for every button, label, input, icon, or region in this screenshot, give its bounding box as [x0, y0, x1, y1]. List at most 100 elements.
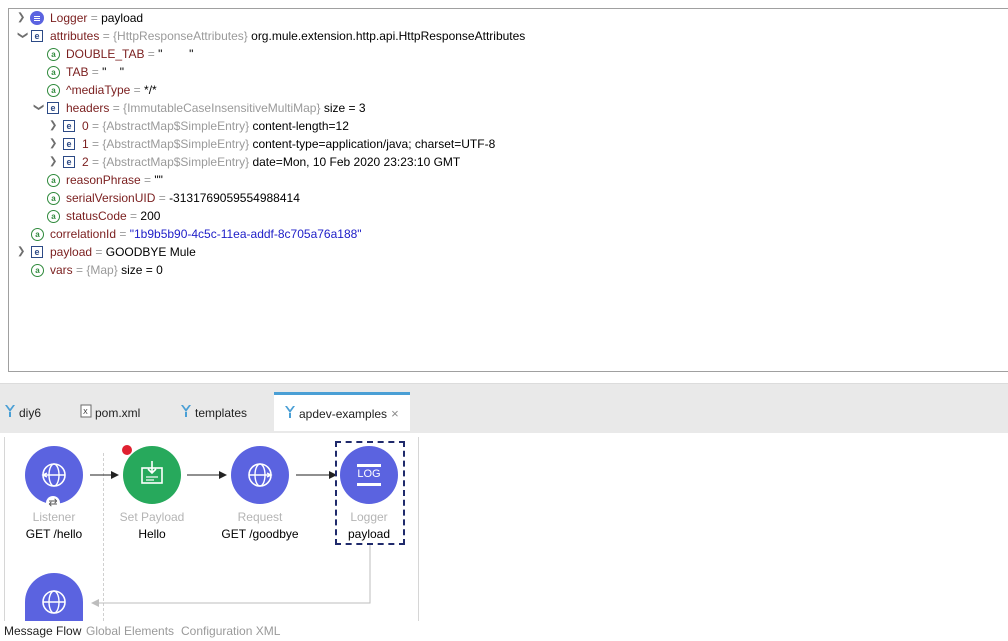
- entry-icon: e: [47, 102, 59, 114]
- source-sync-icon: ⇄: [46, 496, 60, 510]
- expand-arrow-icon[interactable]: ❯: [49, 135, 59, 153]
- tree-key: attributes: [50, 29, 100, 43]
- logger-icon: [30, 11, 44, 25]
- logger-title: Logger: [350, 510, 388, 524]
- tree-value: "": [154, 173, 163, 187]
- tree-value: " ": [158, 47, 194, 61]
- tree-key: vars: [50, 263, 73, 277]
- tree-value: "1b9b5b90-4c5c-11ea-addf-8c705a76a188": [129, 227, 362, 241]
- tab-diy6[interactable]: diy6: [4, 392, 70, 434]
- tree-key: statusCode: [66, 209, 127, 223]
- attribute-icon: a: [31, 264, 44, 277]
- tree-key: serialVersionUID: [66, 191, 156, 205]
- attribute-icon: a: [47, 84, 60, 97]
- logger-node[interactable]: LOG: [340, 446, 398, 504]
- tab-label: pom.xml: [95, 406, 141, 420]
- tree-value: GOODBYE Mule: [105, 245, 196, 259]
- mule-icon: [180, 393, 192, 435]
- tree-eq: =: [87, 11, 102, 25]
- tree-eq: =: [116, 227, 130, 241]
- tab-templates[interactable]: templates: [180, 392, 266, 434]
- globe-icon: [248, 463, 273, 487]
- tree-key: reasonPhrase: [66, 173, 141, 187]
- mule-icon: [284, 396, 296, 434]
- tree-value: 200: [140, 209, 161, 223]
- tree-eq: =: [88, 65, 103, 79]
- tree-type: = {ImmutableCaseInsensitiveMultiMap}: [112, 101, 321, 115]
- entry-icon: e: [31, 246, 43, 258]
- attribute-icon: a: [47, 66, 60, 79]
- tab-pom-xml[interactable]: Xpom.xml: [80, 392, 166, 434]
- collapse-arrow-icon[interactable]: ❯: [13, 31, 31, 41]
- tree-key: 2: [82, 155, 89, 169]
- expand-arrow-icon[interactable]: ❯: [17, 243, 27, 261]
- listener-subtitle: GET /hello: [25, 527, 83, 541]
- tab-label: diy6: [19, 406, 42, 420]
- tree-value: content-length=12: [252, 119, 349, 133]
- attribute-icon: a: [47, 48, 60, 61]
- log-badge: LOG: [357, 468, 381, 480]
- tree-value: content-type=application/java; charset=U…: [252, 137, 496, 151]
- tab-global-elements[interactable]: Global Elements: [86, 624, 174, 638]
- tab-configuration-xml[interactable]: Configuration XML: [181, 624, 280, 638]
- tree-key: correlationId: [50, 227, 117, 241]
- editor-tab-strip: diy6 Xpom.xml templates apdev-examples ×: [0, 383, 1008, 434]
- tree-key: headers: [66, 101, 110, 115]
- set-payload-icon: [141, 461, 163, 484]
- listener-title: Listener: [32, 510, 76, 524]
- entry-icon: e: [63, 120, 75, 132]
- collapse-arrow-icon[interactable]: ❯: [29, 103, 47, 113]
- set-payload-title: Set Payload: [119, 510, 185, 524]
- tree-value: size = 0: [121, 263, 163, 277]
- message-flow-canvas[interactable]: ⇄ Listener GET /hello Set Payload Hello …: [0, 433, 1008, 621]
- tree-value: -3131769059554988414: [169, 191, 300, 205]
- tab-apdev-examples[interactable]: apdev-examples ×: [274, 392, 410, 431]
- entry-icon: e: [31, 30, 43, 42]
- expand-arrow-icon[interactable]: ❯: [49, 153, 59, 171]
- tree-eq: =: [126, 209, 141, 223]
- tree-value: date=Mon, 10 Feb 2020 23:23:10 GMT: [252, 155, 461, 169]
- response-node[interactable]: [25, 573, 83, 621]
- tree-value: */*: [144, 83, 157, 97]
- tree-value: payload: [101, 11, 144, 25]
- variables-tree: ❯ Logger = payload ❯ e attributes = {Htt…: [8, 8, 1008, 372]
- tree-key: TAB: [66, 65, 89, 79]
- tree-type: = {AbstractMap$SimpleEntry}: [92, 155, 250, 169]
- tree-key: ^mediaType: [66, 83, 131, 97]
- request-node[interactable]: [231, 446, 289, 504]
- tree-type: = {HttpResponseAttributes}: [102, 29, 248, 43]
- request-subtitle: GET /goodbye: [221, 527, 299, 541]
- tree-value: " ": [102, 65, 124, 79]
- entry-icon: e: [63, 156, 75, 168]
- logger-subtitle: payload: [347, 527, 391, 541]
- tab-label: templates: [195, 406, 248, 420]
- expand-arrow-icon[interactable]: ❯: [17, 9, 27, 27]
- mule-icon: [4, 393, 16, 435]
- attribute-icon: a: [47, 192, 60, 205]
- tree-eq: =: [144, 47, 159, 61]
- tree-key: payload: [50, 245, 93, 259]
- attribute-icon: a: [47, 210, 60, 223]
- tree-eq: =: [140, 173, 155, 187]
- request-title: Request: [237, 510, 283, 524]
- tree-key: 1: [82, 137, 89, 151]
- tree-type: = {AbstractMap$SimpleEntry}: [92, 119, 250, 133]
- set-payload-node[interactable]: [123, 446, 181, 504]
- tree-key: DOUBLE_TAB: [66, 47, 145, 61]
- tree-eq: =: [130, 83, 145, 97]
- tab-message-flow[interactable]: Message Flow: [4, 624, 81, 638]
- tree-eq: =: [92, 245, 106, 259]
- tree-eq: =: [155, 191, 170, 205]
- expand-arrow-icon[interactable]: ❯: [49, 117, 59, 135]
- set-payload-subtitle: Hello: [138, 527, 166, 541]
- svg-text:X: X: [83, 408, 88, 416]
- tree-value: org.mule.extension.http.api.HttpResponse…: [251, 29, 526, 43]
- tree-key: 0: [82, 119, 89, 133]
- close-icon[interactable]: ×: [391, 406, 399, 421]
- entry-icon: e: [63, 138, 75, 150]
- tree-key: Logger: [50, 11, 88, 25]
- tree-type: = {Map}: [76, 263, 118, 277]
- tree-type: = {AbstractMap$SimpleEntry}: [92, 137, 250, 151]
- editor-view-tabs: Message Flow Global Elements Configurati…: [0, 621, 1008, 641]
- xml-file-icon: X: [80, 393, 92, 435]
